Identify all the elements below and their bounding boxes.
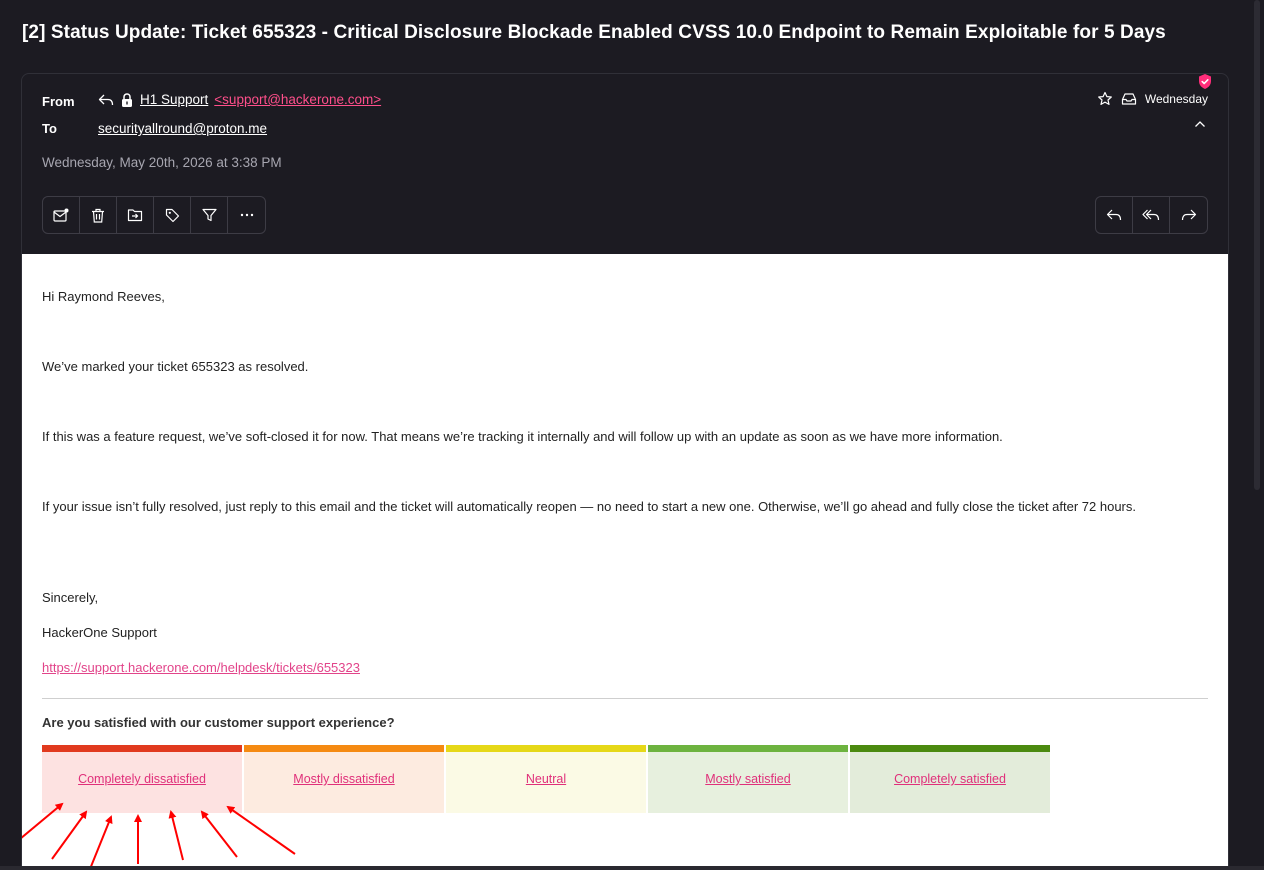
recipient-address[interactable]: securityallround@proton.me [98,121,267,136]
label-button[interactable] [154,197,191,233]
replied-icon [98,94,114,105]
lock-icon [122,92,132,107]
ticket-link-row: https://support.hackerone.com/helpdesk/t… [42,657,1192,678]
chevron-up-icon[interactable] [1194,120,1206,128]
email-subject: [2] Status Update: Ticket 655323 - Criti… [22,22,1166,43]
body-paragraph: If this was a feature request, we’ve sof… [42,429,1003,444]
email-card: From H1 Support <support@hackerone.com> … [21,73,1229,870]
annotation-arrow [200,810,238,858]
rating-completely-satisfied[interactable]: Completely satisfied [850,745,1050,813]
annotation-arrow [89,815,113,869]
move-to-folder-icon [127,209,143,222]
inbox-icon [1121,93,1136,105]
mark-unread-icon [53,208,69,222]
message-day: Wednesday [1144,92,1208,106]
scrollbar[interactable] [1254,0,1260,490]
survey-rating-options: Completely dissatisfied Mostly dissatisf… [42,745,1050,813]
forward-icon [1181,209,1196,221]
sender-name[interactable]: H1 Support [140,92,208,107]
signature: HackerOne Support [42,625,157,640]
reply-all-icon [1142,209,1160,221]
sender-address[interactable]: <support@hackerone.com> [214,92,381,107]
sender-row: H1 Support <support@hackerone.com> [98,92,381,107]
ticket-link[interactable]: https://support.hackerone.com/helpdesk/t… [42,660,360,675]
reply-all-button[interactable] [1133,197,1170,233]
from-label: From [42,94,75,109]
move-button[interactable] [117,197,154,233]
star-icon[interactable] [1097,91,1113,107]
rating-mostly-satisfied[interactable]: Mostly satisfied [648,745,848,813]
delete-button[interactable] [80,197,117,233]
body-paragraph: We’ve marked your ticket 655323 as resol… [42,359,309,374]
filter-button[interactable] [191,197,228,233]
annotation-arrow [226,805,296,855]
filter-icon [201,208,217,222]
message-actions-toolbar [42,196,266,234]
email-body: Hi Raymond Reeves, We’ve marked your tic… [22,254,1228,869]
reply-actions-toolbar [1095,196,1208,234]
forward-button[interactable] [1170,197,1207,233]
rating-neutral[interactable]: Neutral [446,745,646,813]
shield-check-icon [1199,74,1211,89]
more-icon [240,213,253,217]
annotation-arrow [168,810,184,861]
more-button[interactable] [228,197,265,233]
body-paragraph: If your issue isn’t fully resolved, just… [42,499,1136,514]
bottom-scroll-edge [0,866,1264,870]
to-label: To [42,121,57,136]
rating-mostly-dissatisfied[interactable]: Mostly dissatisfied [244,745,444,813]
reply-button[interactable] [1096,197,1133,233]
trash-icon [92,208,104,223]
survey-question: Are you satisfied with our customer supp… [42,715,395,730]
rating-completely-dissatisfied[interactable]: Completely dissatisfied [42,745,242,813]
message-meta: Wednesday [1097,91,1208,107]
annotation-arrow [51,810,88,860]
label-tag-icon [165,208,179,222]
mark-unread-button[interactable] [43,197,80,233]
email-date: Wednesday, May 20th, 2026 at 3:38 PM [42,155,282,170]
divider [42,698,1208,699]
signoff: Sincerely, [42,590,99,605]
greeting: Hi Raymond Reeves, [42,289,165,304]
reply-icon [1106,209,1122,221]
